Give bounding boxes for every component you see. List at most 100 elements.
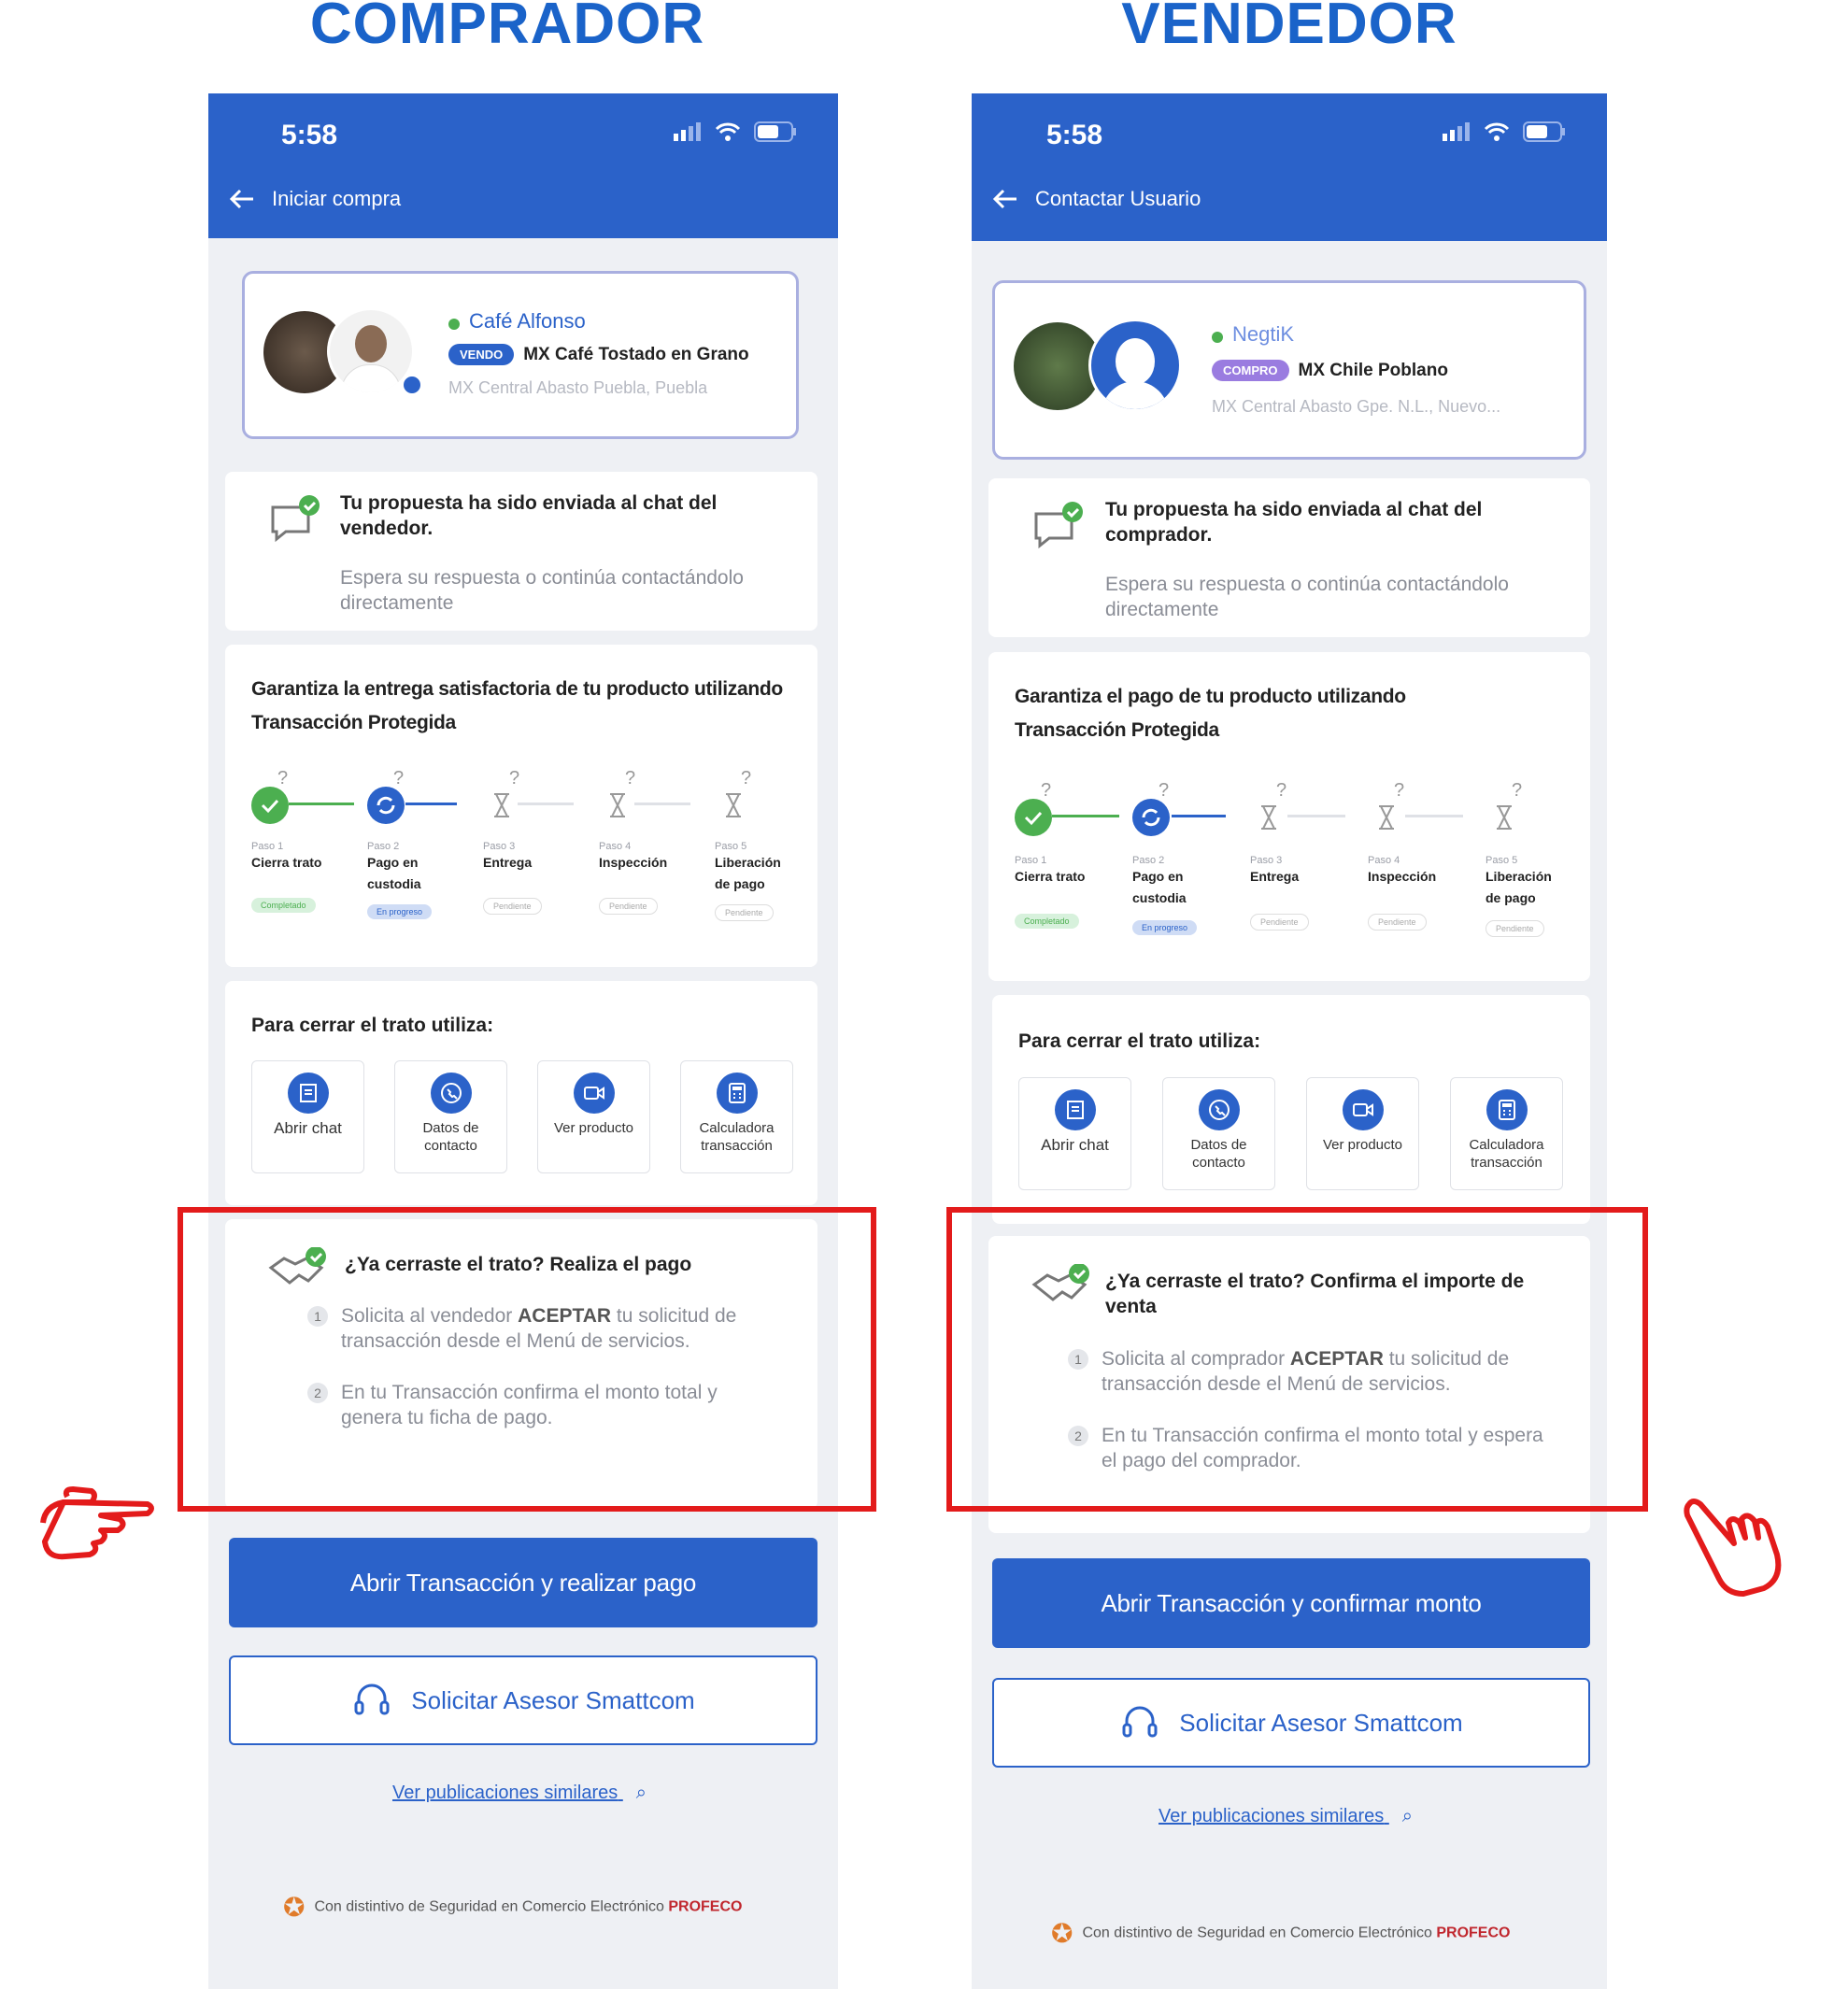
help-icon[interactable]: ? bbox=[1276, 780, 1286, 802]
status-badge: En progreso bbox=[1132, 920, 1198, 935]
proposal-card: Tu propuesta ha sido enviada al chat del… bbox=[988, 478, 1590, 637]
contact-data-button[interactable]: Datos de contacto bbox=[394, 1060, 507, 1173]
highlight-box-buyer bbox=[178, 1207, 876, 1512]
help-icon[interactable]: ? bbox=[1159, 780, 1169, 802]
open-transaction-button[interactable]: Abrir Transacción y confirmar monto bbox=[992, 1558, 1590, 1648]
status-badge: Pendiente bbox=[1250, 914, 1309, 931]
contact-data-button[interactable]: Datos de contacto bbox=[1162, 1077, 1275, 1190]
phone-icon bbox=[430, 1073, 472, 1114]
battery-icon bbox=[754, 121, 796, 142]
buyer-card[interactable]: NegtiK COMPRO MX Chile Poblano MX Centra… bbox=[992, 280, 1586, 460]
guarantee-title: Garantiza la entrega satisfactoria de tu… bbox=[251, 678, 783, 733]
online-dot bbox=[448, 318, 460, 330]
back-arrow-icon[interactable] bbox=[229, 188, 255, 210]
step-1: Paso 1 Cierra trato Completado bbox=[251, 841, 363, 913]
help-icon[interactable]: ? bbox=[1041, 780, 1051, 802]
help-icon[interactable]: ? bbox=[277, 768, 288, 789]
comparison-stage: COMPRADOR 5:58 Iniciar compra Café Alfon… bbox=[0, 0, 1848, 1989]
award-icon: ✪ bbox=[283, 1893, 306, 1922]
highlight-box-seller bbox=[946, 1207, 1648, 1512]
award-icon: ✪ bbox=[1051, 1919, 1073, 1948]
help-icon[interactable]: ? bbox=[509, 768, 519, 789]
view-product-button[interactable]: Ver producto bbox=[1306, 1077, 1419, 1190]
nav-title: Contactar Usuario bbox=[1035, 187, 1201, 210]
advisor-button[interactable]: Solicitar Asesor Smattcom bbox=[992, 1678, 1590, 1768]
step-1: Paso 1 Cierra trato Completado bbox=[1015, 855, 1127, 929]
help-icon[interactable]: ? bbox=[1512, 780, 1522, 802]
hourglass-icon bbox=[1486, 799, 1523, 836]
tools-title: Para cerrar el trato utiliza: bbox=[1018, 1030, 1261, 1052]
proposal-subtitle: Espera su respuesta o continúa contactán… bbox=[1105, 574, 1509, 620]
chat-icon bbox=[1054, 1089, 1096, 1130]
step-4: Paso 4 Inspección Pendiente bbox=[599, 841, 702, 915]
calculator-icon bbox=[1486, 1089, 1528, 1130]
avatar bbox=[1088, 319, 1182, 412]
status-badge: Pendiente bbox=[483, 898, 542, 915]
buyer-header: 5:58 Iniciar compra bbox=[208, 93, 838, 238]
buyer-heading: COMPRADOR bbox=[309, 0, 705, 56]
similar-link[interactable]: Ver publicaciones similares ⌕ bbox=[1159, 1806, 1413, 1827]
hourglass-icon bbox=[1250, 799, 1287, 836]
phone-icon bbox=[1198, 1089, 1240, 1130]
help-icon[interactable]: ? bbox=[741, 768, 751, 789]
seller-heading: VENDEDOR bbox=[1121, 0, 1457, 56]
status-badge: Pendiente bbox=[715, 904, 774, 921]
search-icon: ⌕ bbox=[1401, 1806, 1413, 1826]
seller-card[interactable]: Café Alfonso VENDO MX Café Tostado en Gr… bbox=[242, 271, 799, 439]
calculator-icon bbox=[716, 1073, 758, 1114]
step-complete-icon bbox=[1015, 799, 1052, 836]
step-5: Paso 5 Liberación de pago Pendiente bbox=[715, 841, 799, 921]
seller-phone: 5:58 Contactar Usuario NegtiK COMPRO MX … bbox=[972, 93, 1607, 1989]
product-title: MX Café Tostado en Grano bbox=[523, 344, 749, 364]
wifi-icon bbox=[715, 122, 741, 141]
tools-card: Para cerrar el trato utiliza: Abrir chat… bbox=[225, 981, 817, 1205]
chat-icon bbox=[287, 1073, 329, 1114]
buyer-location: MX Central Abasto Gpe. N.L., Nuevo... bbox=[1212, 397, 1501, 416]
status-badge: Completado bbox=[1015, 914, 1079, 929]
pointing-hand-icon bbox=[1684, 1499, 1782, 1597]
status-badge: En progreso bbox=[367, 904, 433, 919]
step-complete-icon bbox=[251, 787, 289, 824]
status-badge: Pendiente bbox=[1368, 914, 1427, 931]
status-badge: Completado bbox=[251, 898, 316, 913]
badge-compro: COMPRO bbox=[1212, 360, 1289, 381]
battery-icon bbox=[1523, 121, 1565, 142]
hourglass-icon bbox=[1368, 799, 1405, 836]
help-icon[interactable]: ? bbox=[1394, 780, 1404, 802]
online-dot bbox=[1212, 331, 1223, 343]
similar-link[interactable]: Ver publicaciones similares ⌕ bbox=[392, 1783, 647, 1804]
back-arrow-icon[interactable] bbox=[992, 188, 1018, 210]
hourglass-icon bbox=[483, 787, 520, 824]
open-chat-button[interactable]: Abrir chat bbox=[251, 1060, 364, 1173]
guarantee-title: Garantiza el pago de tu producto utiliza… bbox=[1015, 686, 1406, 741]
steps-track: ? ? ? ? ? Paso 1 Cierra trato Completado… bbox=[251, 768, 793, 944]
calculator-button[interactable]: Calculadora transacción bbox=[680, 1060, 793, 1173]
calculator-button[interactable]: Calculadora transacción bbox=[1450, 1077, 1563, 1190]
chat-sent-icon bbox=[271, 495, 320, 543]
footer: ✪ Con distintivo de Seguridad en Comercio… bbox=[283, 1893, 743, 1922]
open-chat-button[interactable]: Abrir chat bbox=[1018, 1077, 1131, 1190]
nav-bar: Contactar Usuario bbox=[992, 187, 1201, 211]
advisor-button[interactable]: Solicitar Asesor Smattcom bbox=[229, 1655, 817, 1745]
nav-title: Iniciar compra bbox=[272, 187, 402, 210]
tools-title: Para cerrar el trato utiliza: bbox=[251, 1015, 494, 1036]
step-2: Paso 2 Pago en custodia En progreso bbox=[367, 841, 470, 919]
status-icons bbox=[1443, 121, 1566, 142]
footer: ✪ Con distintivo de Seguridad en Comercio… bbox=[1051, 1919, 1511, 1948]
step-5: Paso 5 Liberación de pago Pendiente bbox=[1486, 855, 1570, 937]
tools-card: Para cerrar el trato utiliza: Abrir chat… bbox=[992, 995, 1590, 1224]
search-icon: ⌕ bbox=[635, 1783, 647, 1803]
video-icon bbox=[1342, 1089, 1384, 1130]
buyer-phone: 5:58 Iniciar compra Café Alfonso VENDO M… bbox=[208, 93, 838, 1989]
help-icon[interactable]: ? bbox=[625, 768, 635, 789]
open-transaction-button[interactable]: Abrir Transacción y realizar pago bbox=[229, 1538, 817, 1627]
status-time: 5:58 bbox=[281, 120, 338, 150]
pointing-hand-right-icon bbox=[40, 1486, 154, 1560]
help-icon[interactable]: ? bbox=[393, 768, 404, 789]
badge-vendo: VENDO bbox=[448, 344, 515, 365]
step-progress-icon bbox=[367, 787, 405, 824]
step-3: Paso 3 Entrega Pendiente bbox=[483, 841, 586, 915]
view-product-button[interactable]: Ver producto bbox=[537, 1060, 650, 1173]
headset-icon bbox=[1122, 1706, 1158, 1738]
wifi-icon bbox=[1484, 122, 1510, 141]
